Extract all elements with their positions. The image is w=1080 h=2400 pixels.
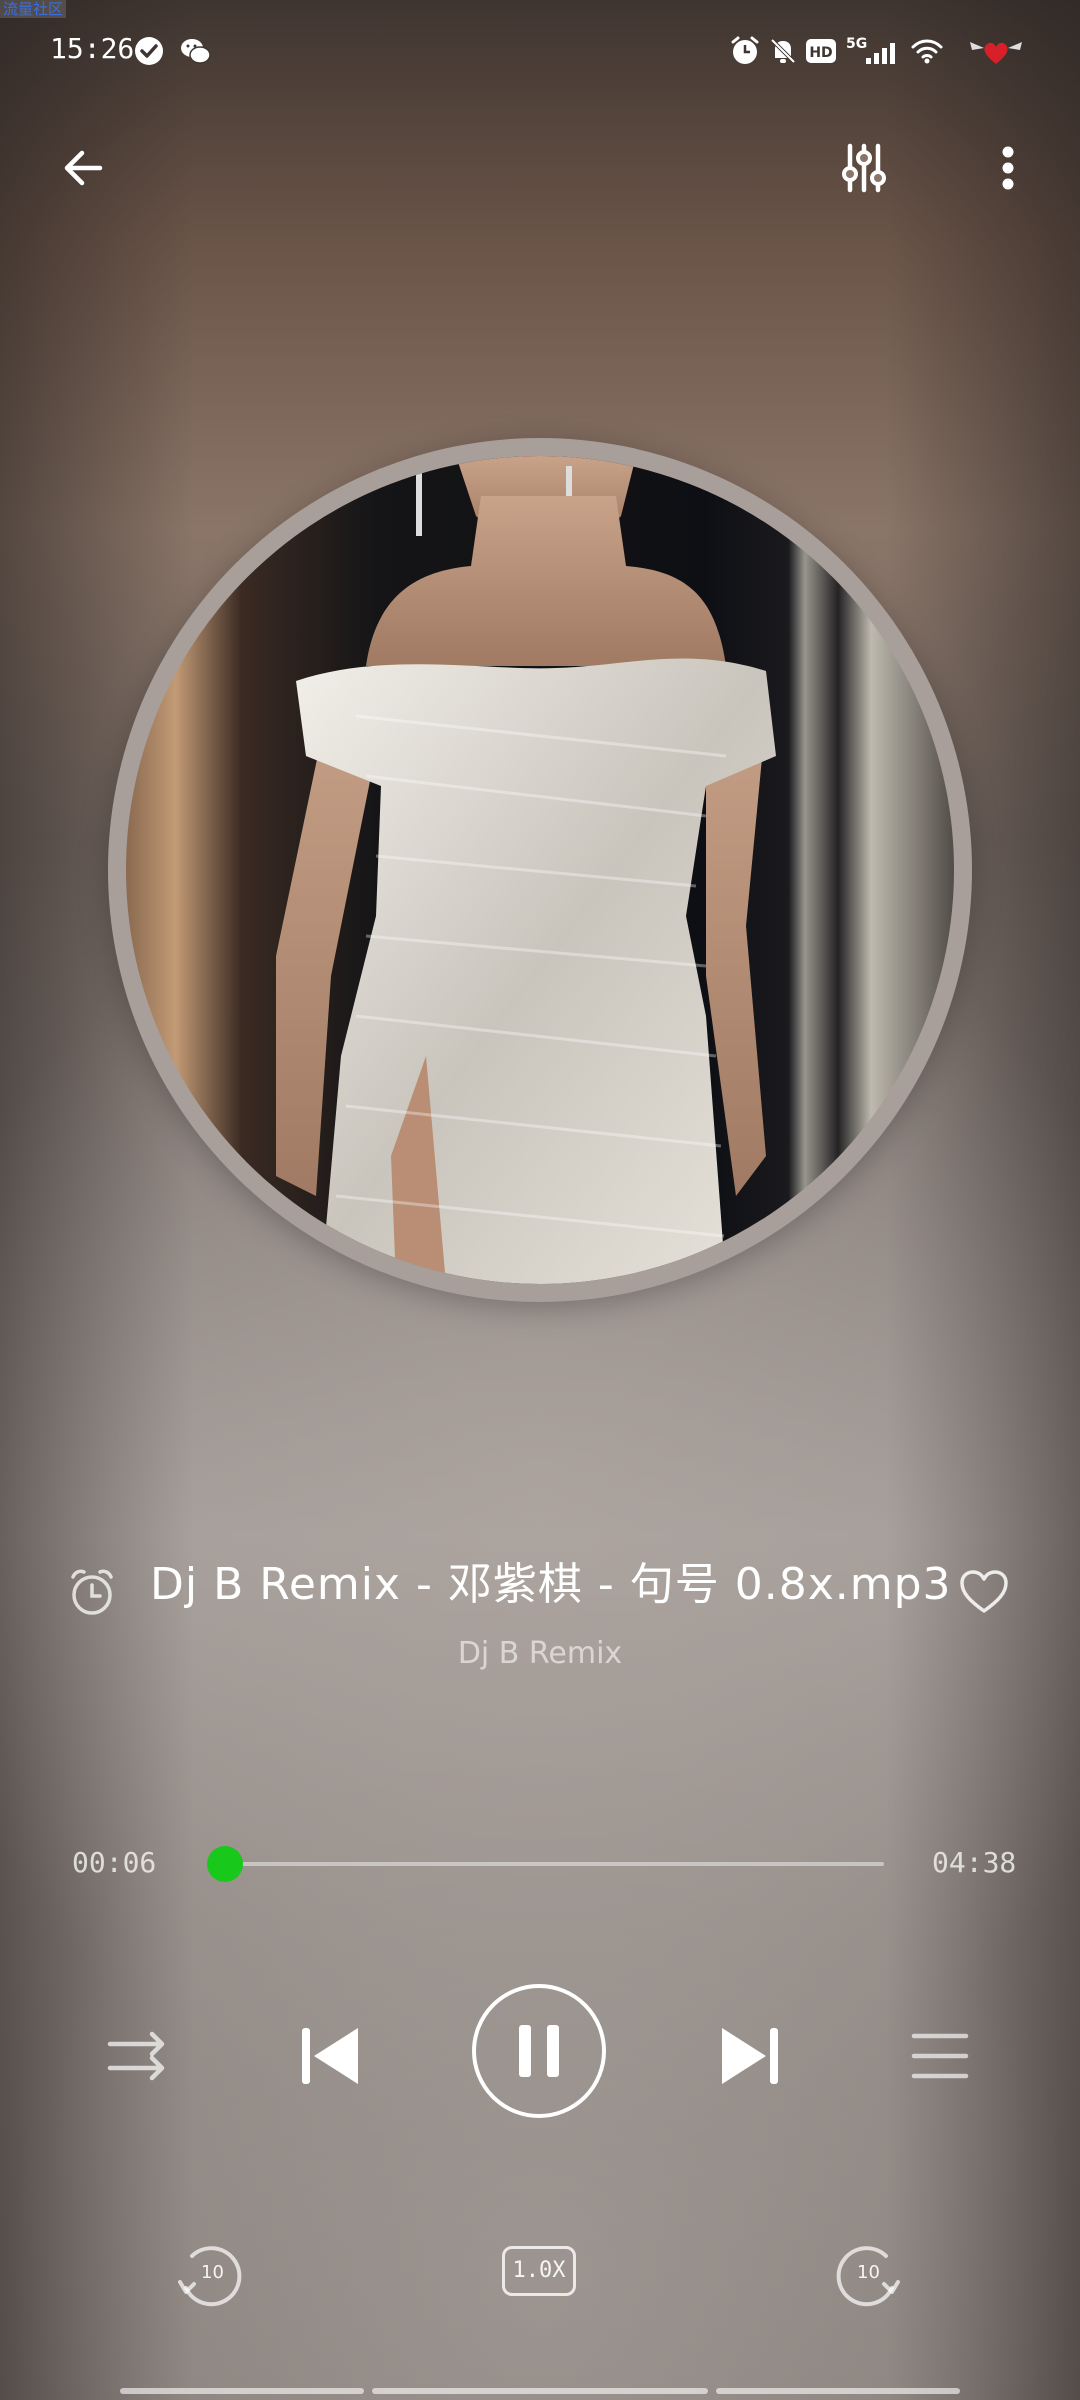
skip-next-icon: [722, 2028, 778, 2084]
status-time: 15:26: [50, 32, 135, 65]
album-art-frame: [108, 438, 972, 1302]
alarm-clock-icon: [71, 1569, 113, 1615]
nav-bar-segment: [372, 2388, 708, 2394]
playlist-button[interactable]: [906, 2022, 974, 2090]
favorite-button[interactable]: [952, 1560, 1016, 1624]
check-circle-icon: [132, 34, 166, 68]
more-vert-icon: [1002, 146, 1014, 190]
playlist-icon: [911, 2033, 969, 2079]
album-art: [126, 456, 954, 1284]
equalizer-button[interactable]: [826, 130, 902, 206]
playback-speed-button[interactable]: 1.0X: [502, 2246, 576, 2296]
5g-signal-icon: 5G: [846, 34, 896, 68]
repeat-button[interactable]: [104, 2022, 172, 2090]
pause-icon: [519, 2025, 559, 2077]
elapsed-time: 00:06: [72, 1846, 157, 1879]
bell-off-icon: [766, 34, 800, 68]
sleep-timer-button[interactable]: [60, 1560, 124, 1624]
forward-seconds: 10: [857, 2262, 880, 2283]
skip-previous-icon: [302, 2028, 358, 2084]
more-button[interactable]: [970, 130, 1046, 206]
song-title: Dj B Remix - 邓紫棋 - 句号 0.8x.mp3: [150, 1559, 952, 1610]
heart-wings-icon: [966, 34, 1026, 68]
alarm-icon: [728, 34, 762, 68]
previous-button[interactable]: [292, 2018, 368, 2094]
next-button[interactable]: [712, 2018, 788, 2094]
rewind-seconds: 10: [201, 2262, 224, 2283]
status-bar: 15:26 HD 5G: [0, 22, 1080, 82]
wifi-icon: [910, 34, 944, 68]
svg-text:HD: HD: [809, 45, 832, 61]
artist-name: Dj B Remix: [457, 1636, 623, 1671]
nav-bar-segment: [120, 2388, 364, 2394]
forward-10-button[interactable]: 10: [830, 2236, 906, 2312]
back-arrow-icon: [64, 150, 103, 186]
corner-label: 流量社区: [0, 0, 67, 18]
equalizer-icon: [842, 143, 886, 193]
back-button[interactable]: [46, 130, 122, 206]
nav-bar-segment: [716, 2388, 960, 2394]
pause-button[interactable]: [472, 1984, 606, 2118]
wechat-icon: [178, 34, 212, 68]
hd-icon: HD: [804, 34, 838, 68]
total-time: 04:38: [932, 1846, 1017, 1879]
rewind-10-button[interactable]: 10: [172, 2236, 248, 2312]
svg-text:5G: 5G: [846, 36, 867, 52]
seek-bar[interactable]: [206, 1846, 884, 1882]
heart-icon: [960, 1570, 1008, 1613]
seek-bar-thumb[interactable]: [206, 1846, 243, 1882]
repeat-icon: [107, 2031, 165, 2081]
